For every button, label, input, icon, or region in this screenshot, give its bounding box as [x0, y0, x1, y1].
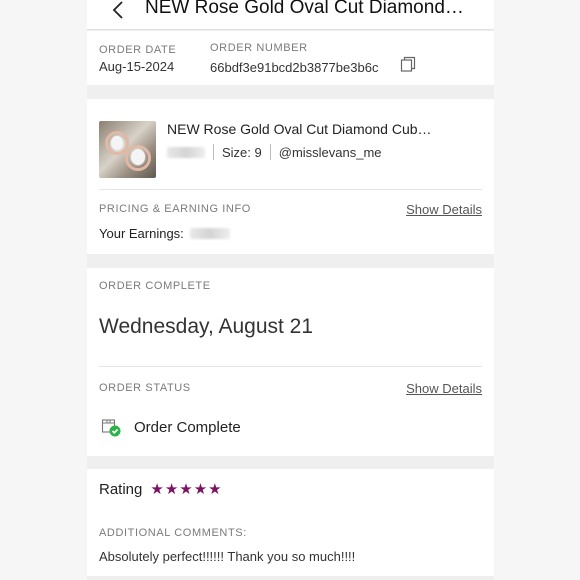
rating-row: Rating ★ ★ ★ ★ ★ [99, 481, 223, 498]
earnings-row: Your Earnings: [99, 226, 230, 241]
pricing-label: PRICING & EARNING INFO [99, 203, 251, 215]
status-row: Order Complete [101, 417, 241, 437]
copy-order-number-button[interactable] [400, 56, 416, 72]
star-icon: ★ [179, 481, 193, 498]
order-date-label: ORDER DATE [99, 44, 177, 56]
order-date-value: Aug-15-2024 [99, 59, 175, 74]
completion-date: Wednesday, August 21 [99, 315, 314, 338]
item-meta: Size: 9 @misslevans_me [167, 144, 382, 160]
item-thumbnail[interactable] [99, 121, 156, 178]
header-bar: NEW Rose Gold Oval Cut Diamond… [87, 0, 494, 30]
pricing-show-details-link[interactable]: Show Details [406, 202, 482, 217]
seller-username[interactable]: @misslevans_me [279, 145, 382, 160]
status-text: Order Complete [134, 418, 241, 436]
earnings-label: Your Earnings: [99, 226, 184, 241]
chevron-left-icon [112, 1, 123, 19]
order-number-value: 66bdf3e91bcd2b3877be3b6c [210, 60, 379, 75]
order-complete-label: ORDER COMPLETE [99, 280, 211, 292]
price-redacted [167, 146, 205, 158]
rating-label: Rating [99, 481, 143, 498]
page-title: NEW Rose Gold Oval Cut Diamond… [145, 0, 464, 18]
star-icon: ★ [164, 481, 179, 498]
completion-panel: ORDER COMPLETE Wednesday, August 21 ORDE… [87, 268, 494, 456]
comment-text: Absolutely perfect!!!!!! Thank you so mu… [99, 549, 356, 564]
copy-icon [400, 56, 416, 72]
divider [99, 366, 482, 367]
item-size: Size: 9 [222, 144, 262, 160]
back-button[interactable] [107, 0, 129, 25]
order-number-label: ORDER NUMBER [210, 42, 308, 54]
divider [99, 189, 482, 190]
item-panel: NEW Rose Gold Oval Cut Diamond Cub… Size… [87, 99, 494, 254]
star-icon: ★ [193, 481, 208, 498]
order-status-label: ORDER STATUS [99, 382, 191, 394]
package-check-icon [101, 419, 121, 437]
star-icon: ★ [208, 481, 222, 498]
rating-panel: Rating ★ ★ ★ ★ ★ ADDITIONAL COMMENTS: Ab… [87, 469, 494, 576]
status-show-details-link[interactable]: Show Details [406, 381, 482, 396]
divider [213, 144, 214, 160]
comments-label: ADDITIONAL COMMENTS: [99, 527, 247, 539]
order-info-panel: ORDER DATE Aug-15-2024 ORDER NUMBER 66bd… [87, 31, 494, 85]
earnings-redacted [189, 228, 230, 239]
item-title[interactable]: NEW Rose Gold Oval Cut Diamond Cub… [167, 121, 432, 137]
divider [269, 144, 271, 160]
order-details-screen: NEW Rose Gold Oval Cut Diamond… ORDER DA… [87, 0, 494, 580]
star-icon: ★ [150, 481, 164, 498]
